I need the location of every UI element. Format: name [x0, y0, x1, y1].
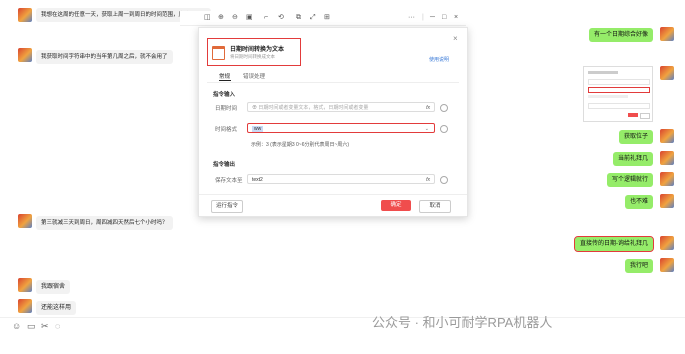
- avatar[interactable]: [660, 236, 674, 250]
- datetime-label: 日期时间: [215, 106, 238, 112]
- ruler-icon[interactable]: ◫: [204, 13, 211, 23]
- avatar[interactable]: [18, 48, 32, 62]
- datetime-to-text-dialog: × 日期时间转换为文本 将日期时间转换成文本 使用说明 常规 错误处理 指令输入…: [198, 27, 468, 217]
- info-icon[interactable]: [440, 104, 448, 112]
- avatar[interactable]: [660, 194, 674, 208]
- chat-history-icon[interactable]: ◌: [55, 321, 60, 331]
- input-section-title: 指令输入: [213, 92, 236, 98]
- maximize-icon[interactable]: □: [442, 13, 446, 23]
- run-instruction-button[interactable]: 运行指令: [211, 200, 243, 213]
- chat-message: 我获取时间字符串中的当年第几周之后，就不会用了: [36, 50, 173, 64]
- format-example: 示例：3 (表示星期3 0~6分别代表周日~周六): [251, 142, 350, 148]
- tab-general[interactable]: 常规: [219, 72, 230, 80]
- tab-active-underline: [219, 80, 231, 81]
- crop-icon[interactable]: ⌐: [264, 13, 268, 23]
- datetime-placeholder: 日期时间或者变量文本，格式，日期时间或者变量: [258, 105, 369, 111]
- format-label: 时间格式: [215, 127, 238, 133]
- info-icon[interactable]: [440, 176, 448, 184]
- chevron-down-icon[interactable]: ⌄: [425, 124, 429, 134]
- help-link[interactable]: 使用说明: [429, 56, 449, 63]
- zoom-out-icon[interactable]: ⊖: [232, 13, 238, 23]
- cancel-button[interactable]: 取消: [419, 200, 451, 213]
- chat-message: 获取位子: [618, 130, 653, 144]
- dialog-header: 日期时间转换为文本 将日期时间转换成文本: [207, 38, 301, 66]
- screenshot-thumbnail[interactable]: [583, 66, 653, 122]
- separator: |: [422, 14, 424, 21]
- zoom-in-icon[interactable]: ⊕: [218, 13, 224, 23]
- avatar[interactable]: [18, 299, 32, 313]
- chat-message: 也不难: [624, 195, 653, 209]
- screenshot-toolbar: ◫ ⊕ ⊖ ▣ ⌐ ⟲ ⧉ ⤢ ⊞ ··· | ─ □ ×: [180, 11, 466, 26]
- chat-message: 当前礼拜几: [612, 152, 653, 166]
- output-section-title: 指令输出: [213, 162, 236, 168]
- tab-error-handling[interactable]: 错误处理: [243, 72, 265, 80]
- tab-divider: [207, 82, 459, 83]
- avatar[interactable]: [660, 66, 674, 80]
- chat-message: 我跟宿舍: [36, 280, 71, 294]
- footer-divider: [199, 194, 467, 195]
- copy-icon[interactable]: ⧉: [296, 13, 301, 23]
- more-icon[interactable]: ···: [408, 13, 415, 23]
- close-icon[interactable]: ×: [454, 13, 458, 23]
- input-toolbar-divider: [0, 317, 685, 318]
- avatar[interactable]: [660, 258, 674, 272]
- chat-message: 第三就减三天到周日，周四减四天然后七个小时吗？: [36, 216, 173, 230]
- avatar[interactable]: [18, 8, 32, 22]
- save-to-value: text2: [252, 177, 263, 183]
- avatar[interactable]: [660, 151, 674, 165]
- chat-message: 还能这样用: [36, 301, 77, 315]
- save-to-label: 保存文本至: [215, 178, 243, 184]
- chat-message: 有一个日期综合好像: [588, 28, 653, 42]
- datetime-input[interactable]: ⊕ 日期时间或者变量文本，格式，日期时间或者变量 fx: [247, 102, 435, 112]
- fit-icon[interactable]: ▣: [246, 13, 253, 23]
- dialog-subtitle: 将日期时间转换成文本: [230, 54, 275, 59]
- info-icon[interactable]: [440, 125, 448, 133]
- calendar-icon: [212, 46, 225, 60]
- fx-icon[interactable]: fx: [426, 103, 430, 113]
- confirm-button[interactable]: 确定: [381, 200, 411, 211]
- pin-icon[interactable]: ⊞: [324, 13, 330, 23]
- chat-message: 写个逻辑就行: [606, 173, 653, 187]
- close-icon[interactable]: ×: [453, 34, 458, 43]
- avatar[interactable]: [660, 172, 674, 186]
- chat-message: 我行吧: [624, 259, 653, 273]
- avatar[interactable]: [18, 278, 32, 292]
- format-select[interactable]: ww ⌄: [247, 123, 435, 133]
- avatar[interactable]: [660, 27, 674, 41]
- fx-icon[interactable]: fx: [426, 175, 430, 185]
- watermark: 公众号 · 和小可耐学RPA机器人: [372, 315, 553, 330]
- format-value: ww: [252, 126, 264, 132]
- avatar[interactable]: [660, 129, 674, 143]
- chat-message: 直接传的日期-询给礼拜几: [574, 236, 654, 252]
- minimize-icon[interactable]: ─: [430, 13, 435, 23]
- rotate-icon[interactable]: ⟲: [278, 13, 284, 23]
- avatar[interactable]: [18, 214, 32, 228]
- save-to-input[interactable]: text2 fx: [247, 174, 435, 184]
- expand-icon[interactable]: ⤢: [310, 13, 316, 23]
- folder-icon[interactable]: ▭: [27, 321, 36, 332]
- dialog-title: 日期时间转换为文本: [230, 47, 285, 53]
- emoji-icon[interactable]: ☺: [12, 321, 21, 331]
- scissors-icon[interactable]: ✂: [41, 321, 49, 332]
